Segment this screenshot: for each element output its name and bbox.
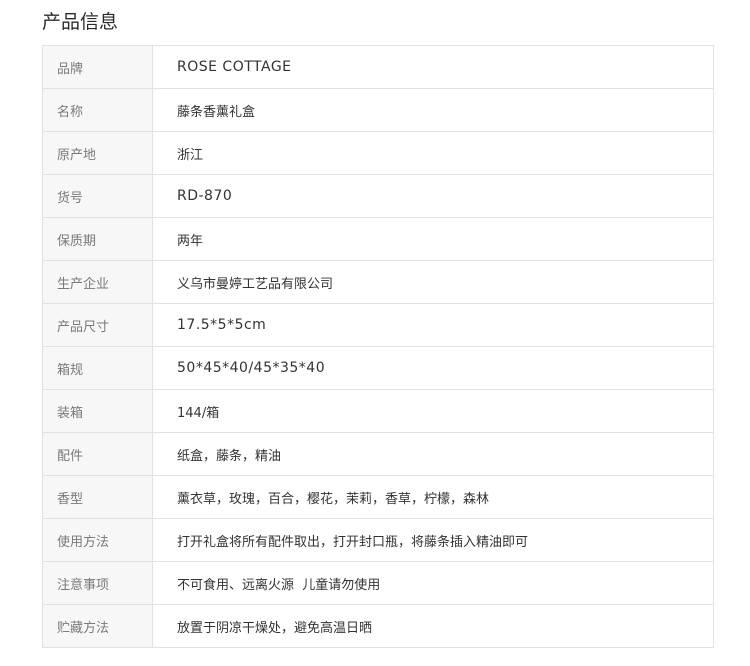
row-value: 144/箱: [152, 389, 714, 433]
table-row: 贮藏方法 放置于阴凉干燥处，避免高温日晒: [42, 604, 714, 648]
row-value: 两年: [152, 217, 714, 261]
row-label: 品牌: [42, 45, 153, 89]
row-label: 使用方法: [42, 518, 153, 562]
row-value: 纸盒，藤条，精油: [152, 432, 714, 476]
row-label: 生产企业: [42, 260, 153, 304]
row-value: 藤条香薰礼盒: [152, 88, 714, 132]
row-label: 原产地: [42, 131, 153, 175]
table-row: 产品尺寸 17.5*5*5cm: [42, 303, 714, 347]
table-row: 生产企业 义乌市曼婷工艺品有限公司: [42, 260, 714, 304]
table-row: 品牌 ROSE COTTAGE: [42, 45, 714, 89]
row-value: 放置于阴凉干燥处，避免高温日晒: [152, 604, 714, 648]
row-label: 注意事项: [42, 561, 153, 605]
row-label: 贮藏方法: [42, 604, 153, 648]
row-label: 产品尺寸: [42, 303, 153, 347]
row-value: 不可食用、远离火源 儿童请勿使用: [152, 561, 714, 605]
row-label: 香型: [42, 475, 153, 519]
row-label: 箱规: [42, 346, 153, 390]
table-row: 香型 薰衣草，玫瑰，百合，樱花，茉莉，香草，柠檬，森林: [42, 475, 714, 519]
table-row: 保质期 两年: [42, 217, 714, 261]
table-row: 箱规 50*45*40/45*35*40: [42, 346, 714, 390]
row-value: 薰衣草，玫瑰，百合，樱花，茉莉，香草，柠檬，森林: [152, 475, 714, 519]
product-info-table: 品牌 ROSE COTTAGE 名称 藤条香薰礼盒 原产地 浙江 货号 RD-8…: [42, 45, 714, 648]
table-row: 原产地 浙江: [42, 131, 714, 175]
table-row: 配件 纸盒，藤条，精油: [42, 432, 714, 476]
table-row: 货号 RD-870: [42, 174, 714, 218]
row-label: 装箱: [42, 389, 153, 433]
row-value: 浙江: [152, 131, 714, 175]
row-value: 义乌市曼婷工艺品有限公司: [152, 260, 714, 304]
row-value: RD-870: [152, 174, 714, 218]
row-value: ROSE COTTAGE: [152, 45, 714, 89]
row-label: 保质期: [42, 217, 153, 261]
row-label: 名称: [42, 88, 153, 132]
row-label: 货号: [42, 174, 153, 218]
table-row: 名称 藤条香薰礼盒: [42, 88, 714, 132]
page-title: 产品信息: [42, 11, 119, 33]
row-value: 50*45*40/45*35*40: [152, 346, 714, 390]
table-row: 装箱 144/箱: [42, 389, 714, 433]
row-value: 17.5*5*5cm: [152, 303, 714, 347]
table-row: 注意事项 不可食用、远离火源 儿童请勿使用: [42, 561, 714, 605]
row-value: 打开礼盒将所有配件取出，打开封口瓶，将藤条插入精油即可: [152, 518, 714, 562]
table-row: 使用方法 打开礼盒将所有配件取出，打开封口瓶，将藤条插入精油即可: [42, 518, 714, 562]
row-label: 配件: [42, 432, 153, 476]
